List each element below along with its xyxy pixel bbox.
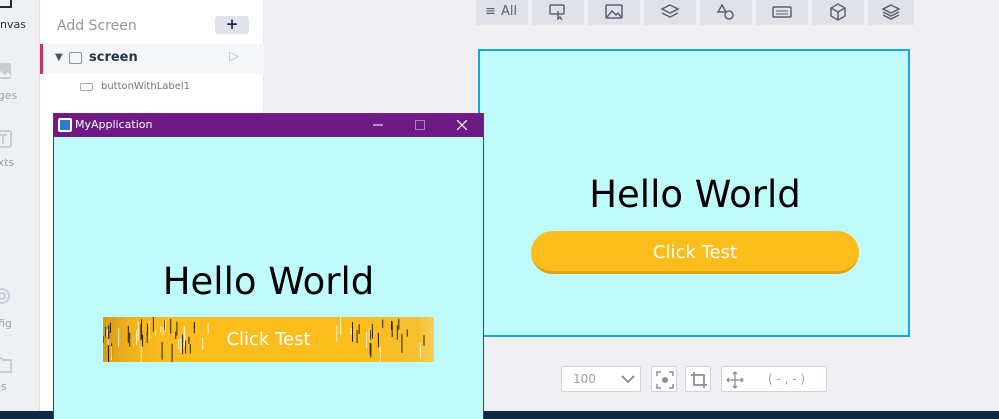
- close-icon: [457, 120, 467, 130]
- zoom-value: 100: [573, 372, 596, 386]
- menu-icon: ≡: [485, 4, 496, 19]
- nav-item-label: exts: [0, 156, 15, 169]
- nav-rail: nvas ages exts nfig les: [0, 0, 40, 419]
- add-screen-row: Add Screen +: [40, 12, 264, 40]
- crop-icon: [691, 372, 707, 388]
- window-titlebar[interactable]: MyApplication: [54, 114, 483, 137]
- tool-stack[interactable]: [868, 0, 916, 25]
- crop-button[interactable]: [685, 366, 711, 392]
- maximize-icon: [415, 120, 425, 130]
- click-test-label: Click Test: [226, 329, 311, 350]
- chevron-down-icon[interactable]: ▼: [55, 52, 63, 63]
- coordinates-display: ( - , - ): [721, 366, 827, 392]
- play-icon[interactable]: ▷: [229, 49, 239, 64]
- shapes-icon: [716, 3, 734, 20]
- app-icon: [58, 118, 72, 132]
- tool-image[interactable]: [588, 0, 642, 25]
- hello-world-text: Hello World: [162, 260, 375, 303]
- add-screen-label: Add Screen: [57, 18, 137, 34]
- nav-item-images[interactable]: ages: [0, 56, 40, 104]
- nav-item-label: nfig: [0, 317, 12, 330]
- canvas-button-widget[interactable]: Click Test: [531, 231, 859, 274]
- window-title: MyApplication: [75, 118, 153, 131]
- nav-item-canvas[interactable]: nvas: [0, 0, 40, 40]
- widget-name: buttonWithLabel1: [101, 81, 191, 92]
- widget-list-item[interactable]: buttonWithLabel1: [40, 78, 264, 100]
- tool-layers[interactable]: [644, 0, 698, 25]
- button-widget-icon: [80, 83, 93, 91]
- nav-item-config[interactable]: nfig: [0, 280, 40, 330]
- image-icon: [605, 4, 623, 19]
- nav-item-texts[interactable]: exts: [0, 124, 40, 172]
- tool-interaction[interactable]: [532, 0, 586, 25]
- zoom-select[interactable]: 100: [561, 366, 641, 392]
- move-icon: [726, 371, 744, 389]
- box-3d-icon: [830, 3, 846, 21]
- focus-icon: [656, 371, 674, 389]
- simulator-window[interactable]: MyApplication Hello World Click Test: [53, 113, 484, 419]
- tool-shapes[interactable]: [700, 0, 754, 25]
- simulator-screen: Hello World Click Test: [54, 137, 483, 419]
- maximize-button[interactable]: [399, 114, 441, 137]
- text-icon: [0, 130, 12, 148]
- stack-icon: [881, 4, 901, 20]
- canvas-icon: [0, 0, 12, 8]
- nav-item-label: nvas: [0, 18, 26, 31]
- close-button[interactable]: [441, 114, 483, 137]
- keyboard-icon: [772, 6, 792, 18]
- screen-name: screen: [89, 50, 138, 65]
- screen-icon: [69, 52, 82, 64]
- fit-screen-button[interactable]: [651, 366, 677, 392]
- design-canvas[interactable]: Hello World Click Test: [478, 49, 910, 337]
- add-screen-button[interactable]: +: [215, 16, 249, 34]
- canvas-title-text[interactable]: Hello World: [480, 173, 910, 216]
- nav-item-label: ages: [0, 89, 18, 102]
- chevron-down-icon: [621, 375, 635, 384]
- layers-icon: [660, 4, 680, 18]
- nav-item-files[interactable]: les: [0, 350, 40, 398]
- tool-keyboard[interactable]: [756, 0, 810, 25]
- interaction-icon: [549, 4, 565, 21]
- tool-3d[interactable]: [812, 0, 866, 25]
- widget-toolbar: ≡ All: [476, 0, 916, 25]
- click-test-button[interactable]: Click Test: [103, 317, 434, 362]
- nav-item-label: les: [0, 380, 7, 393]
- folder-icon: [0, 357, 12, 373]
- filter-all-button[interactable]: ≡ All: [476, 0, 530, 25]
- screen-list-item[interactable]: ▼ screen ▷: [40, 44, 264, 74]
- image-icon: [0, 63, 11, 79]
- gear-icon: [0, 288, 10, 304]
- minimize-button[interactable]: [357, 114, 399, 137]
- minimize-icon: [373, 124, 383, 126]
- coordinates-text: ( - , - ): [768, 372, 806, 386]
- filter-all-label: All: [501, 4, 518, 19]
